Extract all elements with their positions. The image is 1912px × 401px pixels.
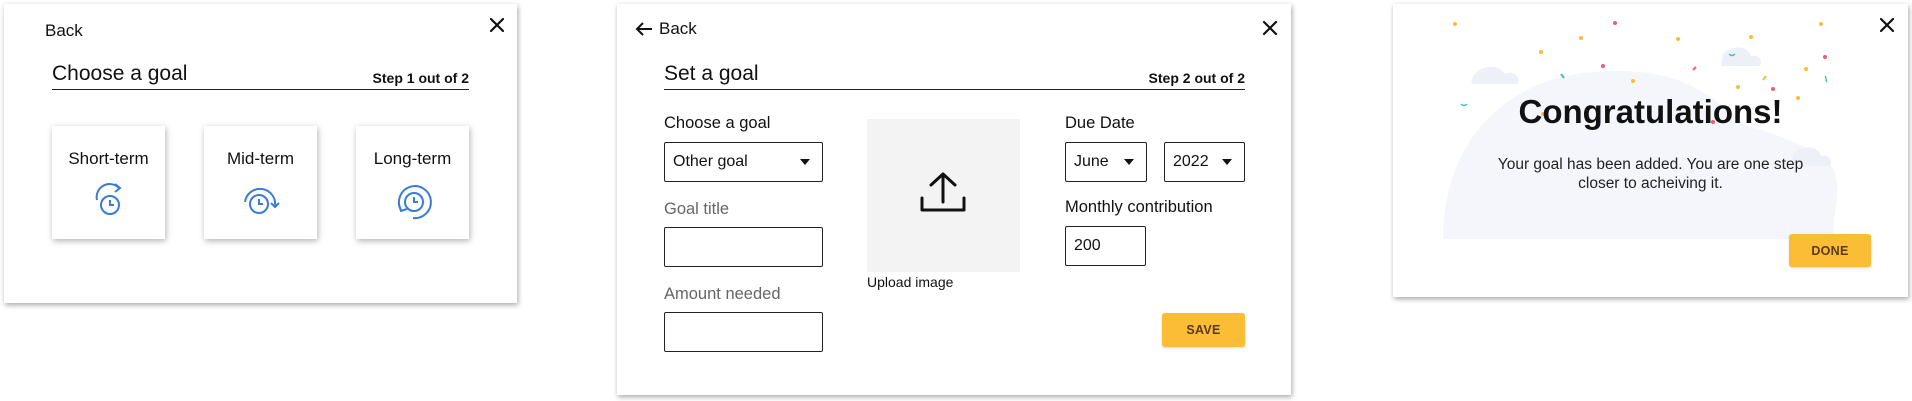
page-title: Choose a goal (52, 62, 188, 85)
choose-goal-label: Choose a goal (664, 114, 771, 132)
done-button[interactable]: DONE (1789, 234, 1871, 267)
due-date-label: Due Date (1065, 114, 1135, 132)
success-message-line: closer to acheiving it. (1578, 175, 1723, 192)
goal-card-label: Mid-term (226, 149, 295, 168)
goal-card-label: Short-term (68, 149, 149, 168)
step-indicator: Step 2 out of 2 (1148, 70, 1245, 86)
due-year-select[interactable]: 2022 (1164, 142, 1245, 182)
back-label: Back (659, 19, 697, 38)
monthly-contribution-value: 200 (1074, 237, 1101, 254)
close-button[interactable] (489, 17, 507, 35)
save-button[interactable]: SAVE (1162, 313, 1245, 347)
goal-title-input[interactable] (664, 227, 823, 267)
page-title: Set a goal (664, 62, 759, 85)
header-row: Set a goal Step 2 out of 2 (664, 62, 1245, 90)
goal-card-long-term[interactable]: Long-term (356, 126, 469, 239)
goal-card-short-term[interactable]: Short-term (52, 126, 165, 239)
caret-down-icon (1124, 159, 1134, 165)
clock-arrow-cw-icon (95, 183, 122, 215)
clock-arrow-full-icon (397, 185, 432, 220)
goal-card-label: Long-term (373, 149, 452, 168)
amount-needed-input[interactable] (664, 312, 823, 352)
close-button[interactable] (1879, 17, 1897, 35)
congratulations-dialog: Congratulations! Your goal has been adde… (1393, 4, 1908, 297)
step-indicator: Step 1 out of 2 (372, 70, 469, 86)
close-icon (1879, 17, 1895, 33)
back-button[interactable]: Back (45, 21, 83, 41)
caret-down-icon (1222, 159, 1232, 165)
arrow-left-icon (635, 22, 652, 36)
upload-icon (920, 172, 966, 212)
choose-goal-dialog: Back Choose a goal Step 1 out of 2 Short… (4, 4, 517, 303)
goal-type-value: Other goal (673, 153, 748, 170)
monthly-contribution-label: Monthly contribution (1065, 198, 1213, 216)
close-icon (1262, 20, 1278, 36)
upload-image-dropzone[interactable] (867, 119, 1020, 272)
goal-type-select[interactable]: Other goal (664, 142, 823, 182)
close-icon (489, 17, 505, 33)
amount-needed-label: Amount needed (664, 285, 781, 303)
success-message: Your goal has been added. You are one st… (1393, 155, 1908, 193)
back-label: Back (45, 21, 83, 40)
close-button[interactable] (1262, 20, 1280, 38)
caret-down-icon (800, 159, 810, 165)
due-month-select[interactable]: June (1065, 142, 1147, 182)
due-year-value: 2022 (1173, 153, 1209, 170)
congratulations-heading: Congratulations! (1518, 93, 1783, 130)
goal-card-mid-term[interactable]: Mid-term (204, 126, 317, 239)
clock-arrow-around-icon (243, 187, 280, 214)
back-button[interactable]: Back (635, 19, 697, 39)
header-row: Choose a goal Step 1 out of 2 (52, 62, 469, 90)
monthly-contribution-input[interactable]: 200 (1065, 226, 1146, 266)
success-message-line: Your goal has been added. You are one st… (1497, 156, 1804, 173)
due-month-value: June (1074, 153, 1109, 170)
goal-title-label: Goal title (664, 200, 730, 218)
upload-image-label: Upload image (867, 274, 954, 290)
set-goal-dialog: Back Set a goal Step 2 out of 2 Choose a… (617, 4, 1291, 395)
